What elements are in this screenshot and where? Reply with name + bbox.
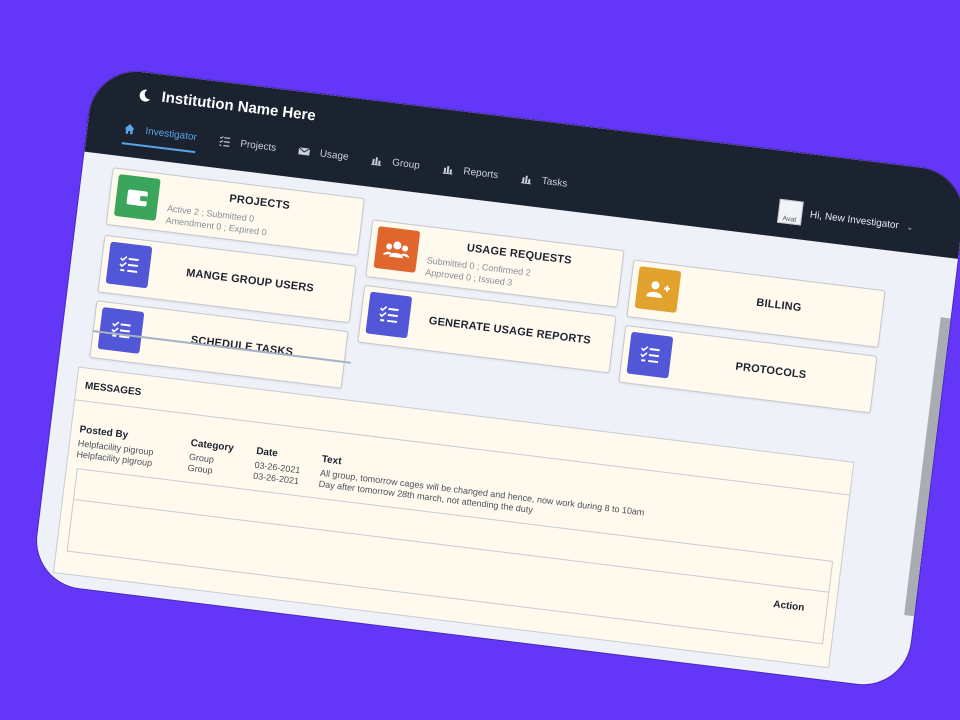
nav-investigator[interactable]: Investigator: [121, 122, 198, 154]
messages-panel: MESSAGES Posted By Category Date Text He…: [52, 366, 855, 669]
background: Institution Name Here Investigator Proje…: [0, 0, 960, 720]
moon-icon: [139, 89, 151, 102]
user-greeting: Hi, New Investigator: [809, 209, 900, 231]
nav-projects[interactable]: Projects: [217, 134, 277, 163]
list-check-icon: [626, 331, 674, 379]
card-title: BILLING: [755, 296, 803, 315]
user-menu[interactable]: Avat Hi, New Investigator ⌄: [776, 198, 915, 239]
home-icon: [124, 124, 135, 135]
bar-chart-icon: [520, 175, 531, 185]
app-window: Institution Name Here Investigator Proje…: [31, 66, 960, 690]
nav-tasks[interactable]: Tasks: [518, 171, 568, 199]
nav-usage[interactable]: Usage: [296, 144, 349, 172]
card-title: PROTOCOLS: [734, 360, 807, 382]
envelope-icon: [298, 146, 311, 156]
column-date: Date: [255, 445, 279, 460]
divider: [73, 498, 829, 593]
bar-chart-icon: [442, 165, 453, 175]
list-check-icon: [97, 307, 145, 354]
nav-label: Group: [391, 156, 421, 172]
users-icon: [373, 226, 421, 273]
user-plus-icon: [634, 266, 682, 313]
avatar: Avat: [776, 198, 804, 226]
column-text: Text: [321, 453, 343, 468]
list-check-icon: [218, 136, 230, 147]
list-check-icon: [105, 241, 153, 289]
cell-category: Group: [187, 462, 214, 476]
nav-label: Tasks: [541, 175, 568, 190]
wallet-icon: [113, 174, 161, 221]
nav-label: Investigator: [144, 125, 198, 143]
nav-group[interactable]: Group: [369, 153, 421, 181]
nav-label: Usage: [319, 147, 350, 163]
card-title: GENERATE USAGE REPORTS: [428, 314, 592, 347]
messages-title: MESSAGES: [84, 380, 142, 399]
card-title: MANGE GROUP USERS: [185, 267, 315, 295]
vertical-scrollbar[interactable]: [904, 317, 951, 617]
chevron-down-icon: ⌄: [906, 221, 915, 232]
brand: Institution Name Here: [137, 86, 317, 125]
nav-label: Projects: [239, 138, 277, 154]
list-check-icon: [365, 291, 413, 339]
bar-chart-icon: [370, 157, 381, 166]
nav-reports[interactable]: Reports: [440, 161, 499, 190]
nav-label: Reports: [462, 165, 499, 181]
brand-title: Institution Name Here: [160, 88, 317, 125]
column-action: Action: [772, 599, 805, 614]
